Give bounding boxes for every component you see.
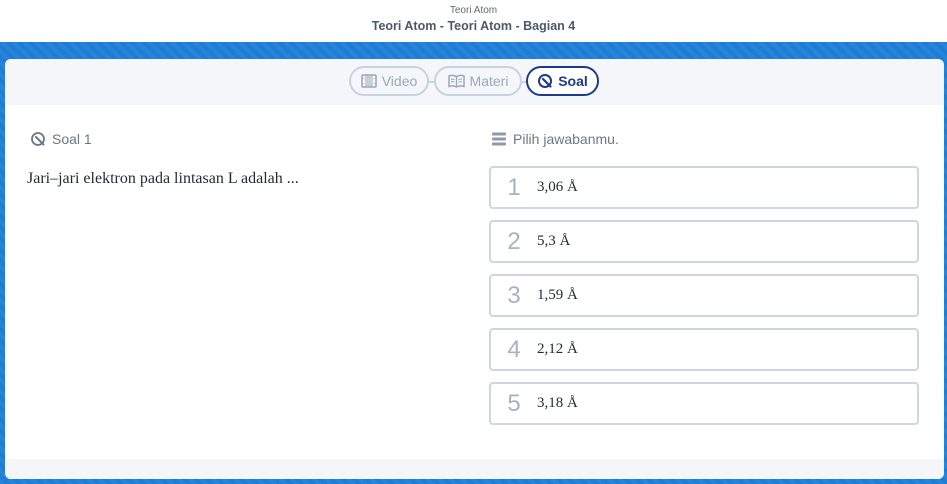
question-text: Jari–jari elektron pada lintasan L adala… — [27, 170, 299, 187]
option-text: 3,18 Å — [537, 395, 578, 411]
lesson-card: Video Materi Soal Soal 1 Jari–jari elekt… — [5, 59, 944, 479]
question-number-label: Soal 1 — [52, 131, 92, 147]
answer-option[interactable]: 5 3,18 Å — [489, 382, 919, 425]
answer-prompt: Pilih jawabanmu. — [491, 131, 619, 147]
book-icon — [447, 74, 465, 88]
tab-bar: Video Materi Soal — [5, 59, 944, 105]
option-text: 1,59 Å — [537, 287, 578, 303]
answer-option[interactable]: 2 5,3 Å — [489, 220, 919, 263]
option-text: 2,12 Å — [537, 341, 578, 357]
tab-materi-label: Materi — [469, 73, 509, 89]
course-title: Teori Atom — [449, 5, 498, 16]
option-number: 5 — [507, 389, 521, 417]
option-number: 2 — [507, 227, 521, 255]
answer-option[interactable]: 3 1,59 Å — [489, 274, 919, 317]
tab-materi[interactable]: Materi — [434, 66, 522, 96]
answer-option[interactable]: 4 2,12 Å — [489, 328, 919, 371]
card-footer — [5, 459, 944, 479]
film-icon — [360, 74, 377, 88]
tab-video-label: Video — [381, 73, 418, 89]
option-number: 1 — [507, 173, 521, 201]
tab-soal[interactable]: Soal — [526, 66, 599, 96]
option-number: 3 — [507, 281, 521, 309]
option-text: 3,06 Å — [537, 179, 578, 195]
answer-option[interactable]: 1 3,06 Å — [489, 166, 919, 209]
option-number: 4 — [507, 335, 521, 363]
answer-prompt-label: Pilih jawabanmu. — [513, 131, 619, 147]
lesson-header: Teori Atom Teori Atom - Teori Atom - Bag… — [0, 0, 947, 42]
question-number: Soal 1 — [30, 131, 92, 147]
lesson-title: Teori Atom - Teori Atom - Bagian 4 — [371, 19, 576, 33]
quiz-icon — [30, 131, 46, 147]
tab-video[interactable]: Video — [349, 66, 429, 96]
tab-soal-label: Soal — [558, 73, 588, 89]
option-text: 5,3 Å — [537, 233, 571, 249]
quiz-icon — [537, 73, 553, 89]
list-icon — [491, 131, 507, 147]
